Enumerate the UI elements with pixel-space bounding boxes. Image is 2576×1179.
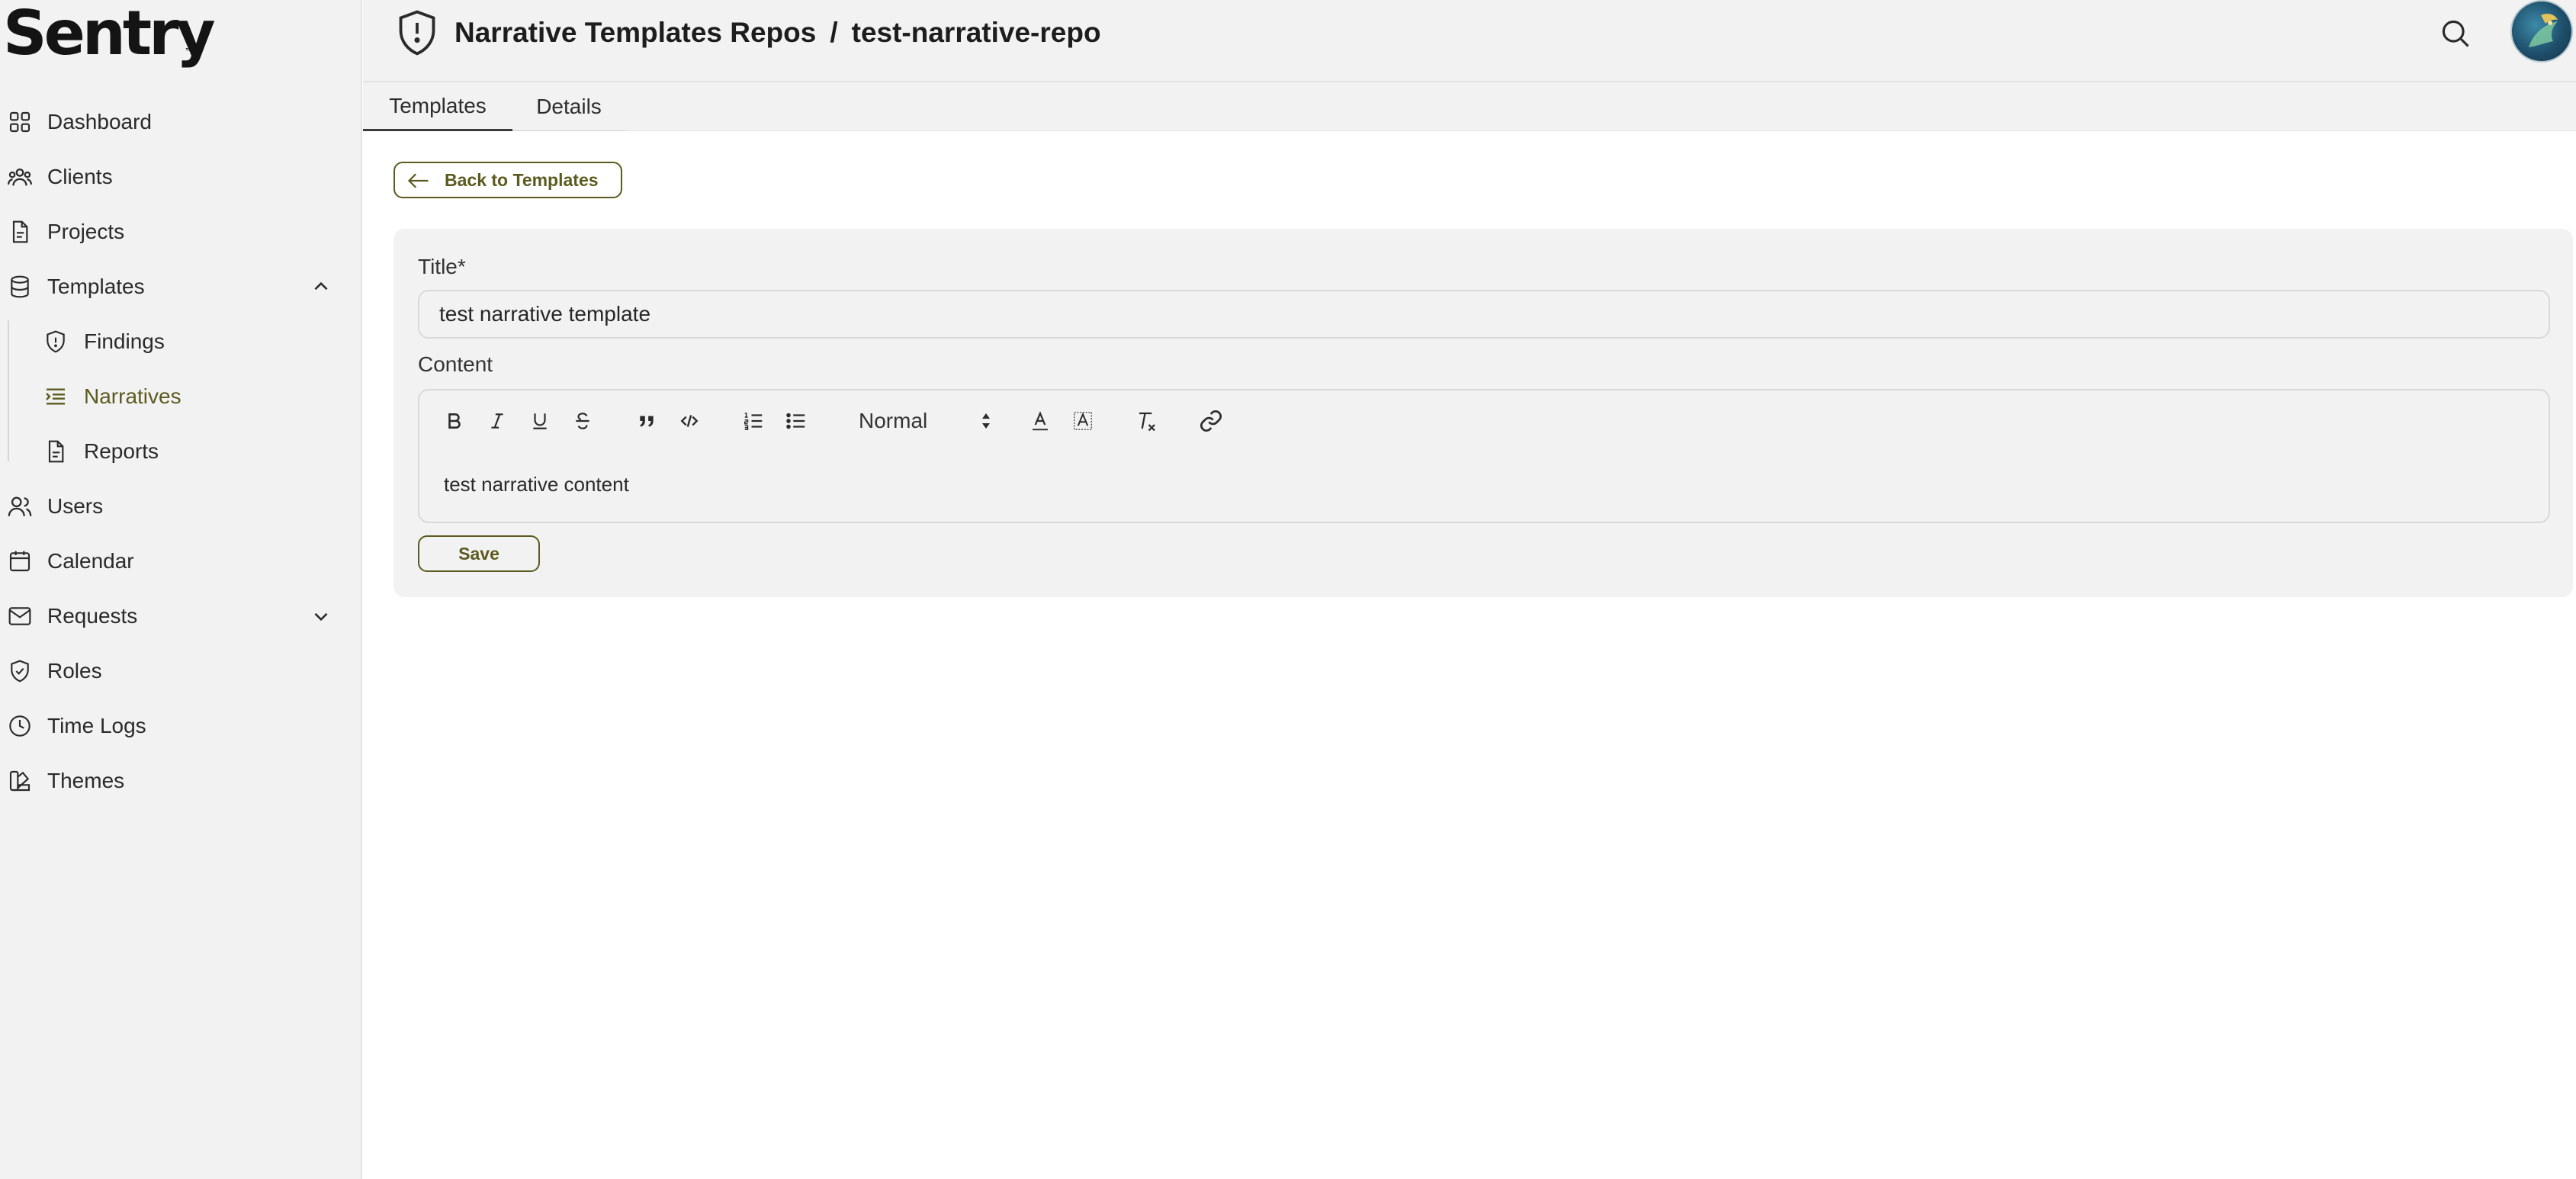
list-indent-icon xyxy=(42,383,69,410)
template-form-panel: Title* Content Normal xyxy=(393,229,2573,597)
document-icon xyxy=(6,218,34,246)
logo-trademark: ™ xyxy=(185,47,194,57)
sidebar-item-projects[interactable]: Projects xyxy=(0,209,358,255)
sidebar-item-label: Roles xyxy=(47,659,102,683)
top-header: Narrative Templates Repos / test-narrati… xyxy=(363,0,2576,82)
document-icon xyxy=(42,438,69,465)
text-color-icon[interactable] xyxy=(1025,406,1055,436)
mail-icon xyxy=(6,602,34,630)
sidebar-item-label: Projects xyxy=(47,220,125,243)
users-icon xyxy=(6,493,34,520)
swatch-icon xyxy=(6,767,34,795)
select-arrows-icon xyxy=(981,410,991,432)
sidebar-item-label: Templates xyxy=(47,275,145,298)
editor-content[interactable]: test narrative content xyxy=(444,473,629,496)
breadcrumb-parent[interactable]: Narrative Templates Repos xyxy=(454,17,816,49)
breadcrumb: Narrative Templates Repos / test-narrati… xyxy=(454,15,1101,50)
sidebar-item-calendar[interactable]: Calendar xyxy=(0,538,358,584)
save-button[interactable]: Save xyxy=(418,535,540,572)
title-label: Title* xyxy=(418,255,466,278)
italic-icon[interactable] xyxy=(482,406,512,436)
sidebar-item-findings[interactable]: Findings xyxy=(0,319,358,365)
tab-bar: Templates Details xyxy=(363,82,2576,131)
sidebar-item-roles[interactable]: Roles xyxy=(0,648,358,694)
grid-icon xyxy=(6,108,34,136)
sidebar-item-narratives[interactable]: Narratives xyxy=(0,374,358,419)
breadcrumb-current: test-narrative-repo xyxy=(851,17,1101,48)
tab-templates[interactable]: Templates xyxy=(363,82,512,131)
sidebar-item-clients[interactable]: Clients xyxy=(0,154,358,200)
sidebar-item-label: Narratives xyxy=(84,384,181,408)
sidebar-item-users[interactable]: Users xyxy=(0,483,358,529)
bold-icon[interactable] xyxy=(439,406,470,436)
sidebar-item-dashboard[interactable]: Dashboard xyxy=(0,99,358,145)
sidebar-item-label: Calendar xyxy=(47,549,134,573)
clock-icon xyxy=(6,712,34,740)
format-value: Normal xyxy=(859,409,928,432)
sidebar-item-label: Dashboard xyxy=(47,110,152,133)
sidebar-item-label: Themes xyxy=(47,769,125,792)
avatar[interactable] xyxy=(2510,0,2573,63)
sidebar-item-reports[interactable]: Reports xyxy=(0,429,358,474)
tab-details[interactable]: Details xyxy=(512,82,625,131)
database-icon xyxy=(6,273,34,300)
chevron-up-icon[interactable] xyxy=(308,274,334,300)
people-icon xyxy=(6,163,34,191)
sidebar-item-templates[interactable]: Templates xyxy=(0,264,358,310)
arrow-left-icon xyxy=(407,171,430,191)
highlight-color-icon[interactable] xyxy=(1068,406,1098,436)
ordered-list-icon[interactable] xyxy=(738,406,769,436)
content-label: Content xyxy=(418,352,493,376)
sidebar-item-label: Reports xyxy=(84,439,159,463)
sidebar-item-requests[interactable]: Requests xyxy=(0,593,358,639)
sidebar-item-label: Users xyxy=(47,494,104,518)
link-icon[interactable] xyxy=(1196,406,1226,436)
shield-alert-icon xyxy=(395,9,439,56)
chevron-down-icon[interactable] xyxy=(308,603,334,629)
clear-format-icon[interactable] xyxy=(1132,406,1162,436)
sidebar: Sentry ™ Dashboard Clients Projects Temp… xyxy=(0,0,362,1179)
sidebar-item-label: Clients xyxy=(47,165,113,188)
calendar-icon xyxy=(6,548,34,575)
code-icon[interactable] xyxy=(674,406,705,436)
bullet-list-icon[interactable] xyxy=(781,406,811,436)
underline-icon[interactable] xyxy=(525,406,555,436)
sidebar-item-time-logs[interactable]: Time Logs xyxy=(0,703,358,749)
breadcrumb-separator: / xyxy=(830,17,838,48)
sidebar-item-label: Time Logs xyxy=(47,714,146,737)
back-button-label: Back to Templates xyxy=(445,169,599,190)
shield-check-icon xyxy=(6,657,34,685)
text-format-select[interactable]: Normal xyxy=(859,406,996,436)
title-input[interactable] xyxy=(418,290,2550,339)
sidebar-item-themes[interactable]: Themes xyxy=(0,758,358,804)
sidebar-item-label: Requests xyxy=(47,604,138,628)
app-logo[interactable]: Sentry ™ xyxy=(3,0,216,69)
strikethrough-icon[interactable] xyxy=(567,406,598,436)
logo-text: Sentry xyxy=(3,0,216,69)
rich-text-editor: Normal test narrative content xyxy=(418,389,2550,523)
sidebar-item-label: Findings xyxy=(84,329,165,353)
back-to-templates-button[interactable]: Back to Templates xyxy=(393,162,622,198)
blockquote-icon[interactable] xyxy=(631,406,662,436)
search-icon[interactable] xyxy=(2439,17,2472,50)
shield-alert-icon xyxy=(42,328,69,355)
